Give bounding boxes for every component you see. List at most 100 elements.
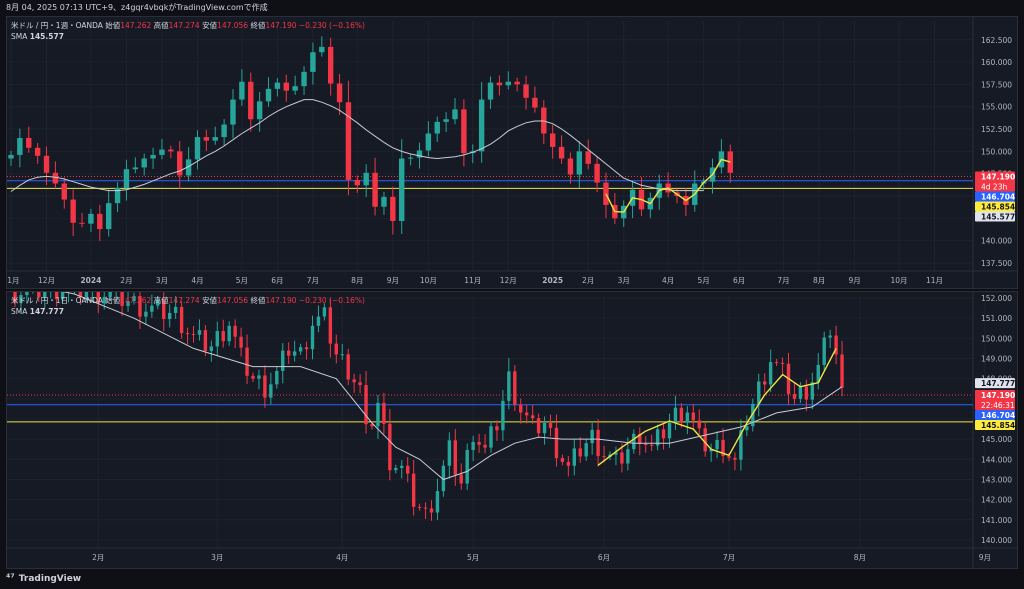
candle-body[interactable] <box>519 404 523 413</box>
candle-body[interactable] <box>322 307 327 317</box>
candle-body[interactable] <box>43 155 50 173</box>
candle-body[interactable] <box>352 379 356 383</box>
candle-body[interactable] <box>388 423 392 471</box>
weekly-chart-svg[interactable]: 137.500140.000142.500145.000147.500150.0… <box>2 17 1017 288</box>
candle-body[interactable] <box>173 306 178 313</box>
candle-body[interactable] <box>603 182 609 205</box>
candle-body[interactable] <box>390 196 396 221</box>
candle-body[interactable] <box>275 370 279 385</box>
candle-body[interactable] <box>400 465 404 468</box>
candle-body[interactable] <box>691 412 695 421</box>
candle-body[interactable] <box>233 325 237 337</box>
candle-body[interactable] <box>298 347 303 352</box>
candle-body[interactable] <box>168 149 174 152</box>
daily-chart-svg[interactable]: 140.000 141.000 142.000 143.000 144.000 145.0… <box>7 266 1017 568</box>
candle-body[interactable] <box>336 83 343 103</box>
candle-body[interactable] <box>221 331 225 342</box>
candle-body[interactable] <box>560 458 565 462</box>
candle-body[interactable] <box>227 325 231 342</box>
candle-body[interactable] <box>507 371 511 401</box>
candle-body[interactable] <box>376 402 380 427</box>
candle-body[interactable] <box>763 381 767 385</box>
candle-body[interactable] <box>123 169 130 188</box>
candle-body[interactable] <box>411 473 416 507</box>
candle-body[interactable] <box>822 337 826 365</box>
candle-body[interactable] <box>828 335 832 338</box>
candle-body[interactable] <box>281 350 285 371</box>
candle-body[interactable] <box>840 354 844 388</box>
candle-body[interactable] <box>572 448 576 466</box>
candle-body[interactable] <box>542 423 547 434</box>
candle-body[interactable] <box>26 137 32 148</box>
candle-body[interactable] <box>471 441 475 451</box>
candle-body[interactable] <box>316 316 321 326</box>
candle-body[interactable] <box>596 429 600 457</box>
candle-body[interactable] <box>34 147 41 156</box>
candle-body[interactable] <box>505 81 511 86</box>
candle-body[interactable] <box>399 158 405 222</box>
candle-body[interactable] <box>590 429 594 444</box>
candle-body[interactable] <box>292 86 298 91</box>
candle-body[interactable] <box>256 101 263 120</box>
candle-body[interactable] <box>194 137 201 160</box>
candle-body[interactable] <box>88 213 94 224</box>
candle-body[interactable] <box>679 407 684 423</box>
candle-body[interactable] <box>70 199 76 223</box>
candle-body[interactable] <box>263 375 267 398</box>
candle-body[interactable] <box>620 452 624 464</box>
candle-body[interactable] <box>549 133 556 147</box>
candle-body[interactable] <box>536 418 541 434</box>
candle-body[interactable] <box>523 84 529 98</box>
candle-body[interactable] <box>382 402 386 424</box>
candle-body[interactable] <box>697 420 701 429</box>
candle-body[interactable] <box>407 157 414 159</box>
candle-body[interactable] <box>159 149 165 155</box>
candle-body[interactable] <box>310 325 315 350</box>
candle-body[interactable] <box>334 343 338 355</box>
candle-body[interactable] <box>327 46 334 84</box>
candle-body[interactable] <box>514 81 520 85</box>
daily-chart-panel[interactable]: 140.000 141.000 142.000 143.000 144.000 145.0… <box>6 266 1018 569</box>
candle-body[interactable] <box>594 163 600 183</box>
candle-body[interactable] <box>328 307 333 344</box>
candle-body[interactable] <box>532 97 538 108</box>
candle-body[interactable] <box>61 183 67 200</box>
candle-body[interactable] <box>203 330 208 351</box>
candle-body[interactable] <box>150 154 156 159</box>
candle-body[interactable] <box>274 82 281 89</box>
candle-body[interactable] <box>381 196 387 207</box>
candle-body[interactable] <box>269 384 273 398</box>
candle-body[interactable] <box>25 287 29 296</box>
candle-body[interactable] <box>97 213 103 230</box>
candle-body[interactable] <box>792 393 797 399</box>
candle-body[interactable] <box>372 172 378 207</box>
candle-body[interactable] <box>144 311 148 317</box>
candle-body[interactable] <box>132 167 139 170</box>
candle-body[interactable] <box>406 465 410 474</box>
weekly-chart-panel[interactable]: 137.500140.000142.500145.000147.500150.0… <box>2 16 1018 289</box>
candle-body[interactable] <box>105 203 112 230</box>
candle-body[interactable] <box>477 441 481 445</box>
candle-body[interactable] <box>530 415 535 419</box>
candle-body[interactable] <box>212 137 218 141</box>
candle-body[interactable] <box>265 88 272 102</box>
candle-body[interactable] <box>230 99 236 125</box>
candle-body[interactable] <box>363 172 369 186</box>
candle-body[interactable] <box>461 109 467 154</box>
candle-body[interactable] <box>548 423 553 428</box>
candle-body[interactable] <box>667 423 672 439</box>
candle-body[interactable] <box>248 81 254 120</box>
candle-body[interactable] <box>447 440 452 466</box>
candle-body[interactable] <box>525 412 529 416</box>
candle-body[interactable] <box>478 99 485 152</box>
candle-body[interactable] <box>283 82 289 91</box>
candle-body[interactable] <box>191 333 196 335</box>
candle-body[interactable] <box>179 306 184 334</box>
candle-body[interactable] <box>558 146 565 159</box>
candle-body[interactable] <box>703 428 707 452</box>
candle-body[interactable] <box>496 82 503 86</box>
candle-body[interactable] <box>79 222 85 224</box>
candle-body[interactable] <box>364 385 368 425</box>
candle-body[interactable] <box>346 354 350 380</box>
candle-body[interactable] <box>626 449 630 464</box>
